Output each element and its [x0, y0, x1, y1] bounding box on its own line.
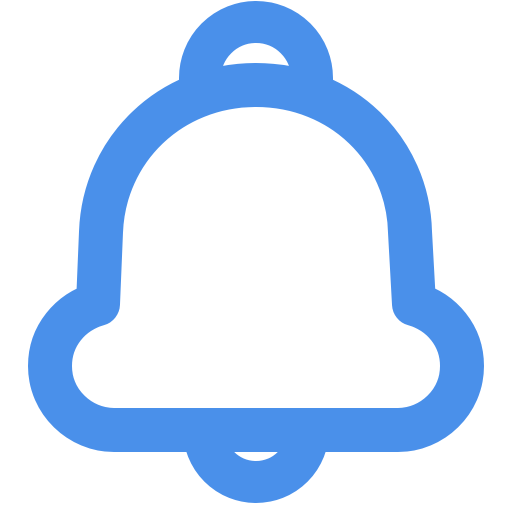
bell-icon [28, 1, 484, 503]
notification-bell-button[interactable] [0, 0, 512, 512]
bell-body [28, 63, 484, 452]
